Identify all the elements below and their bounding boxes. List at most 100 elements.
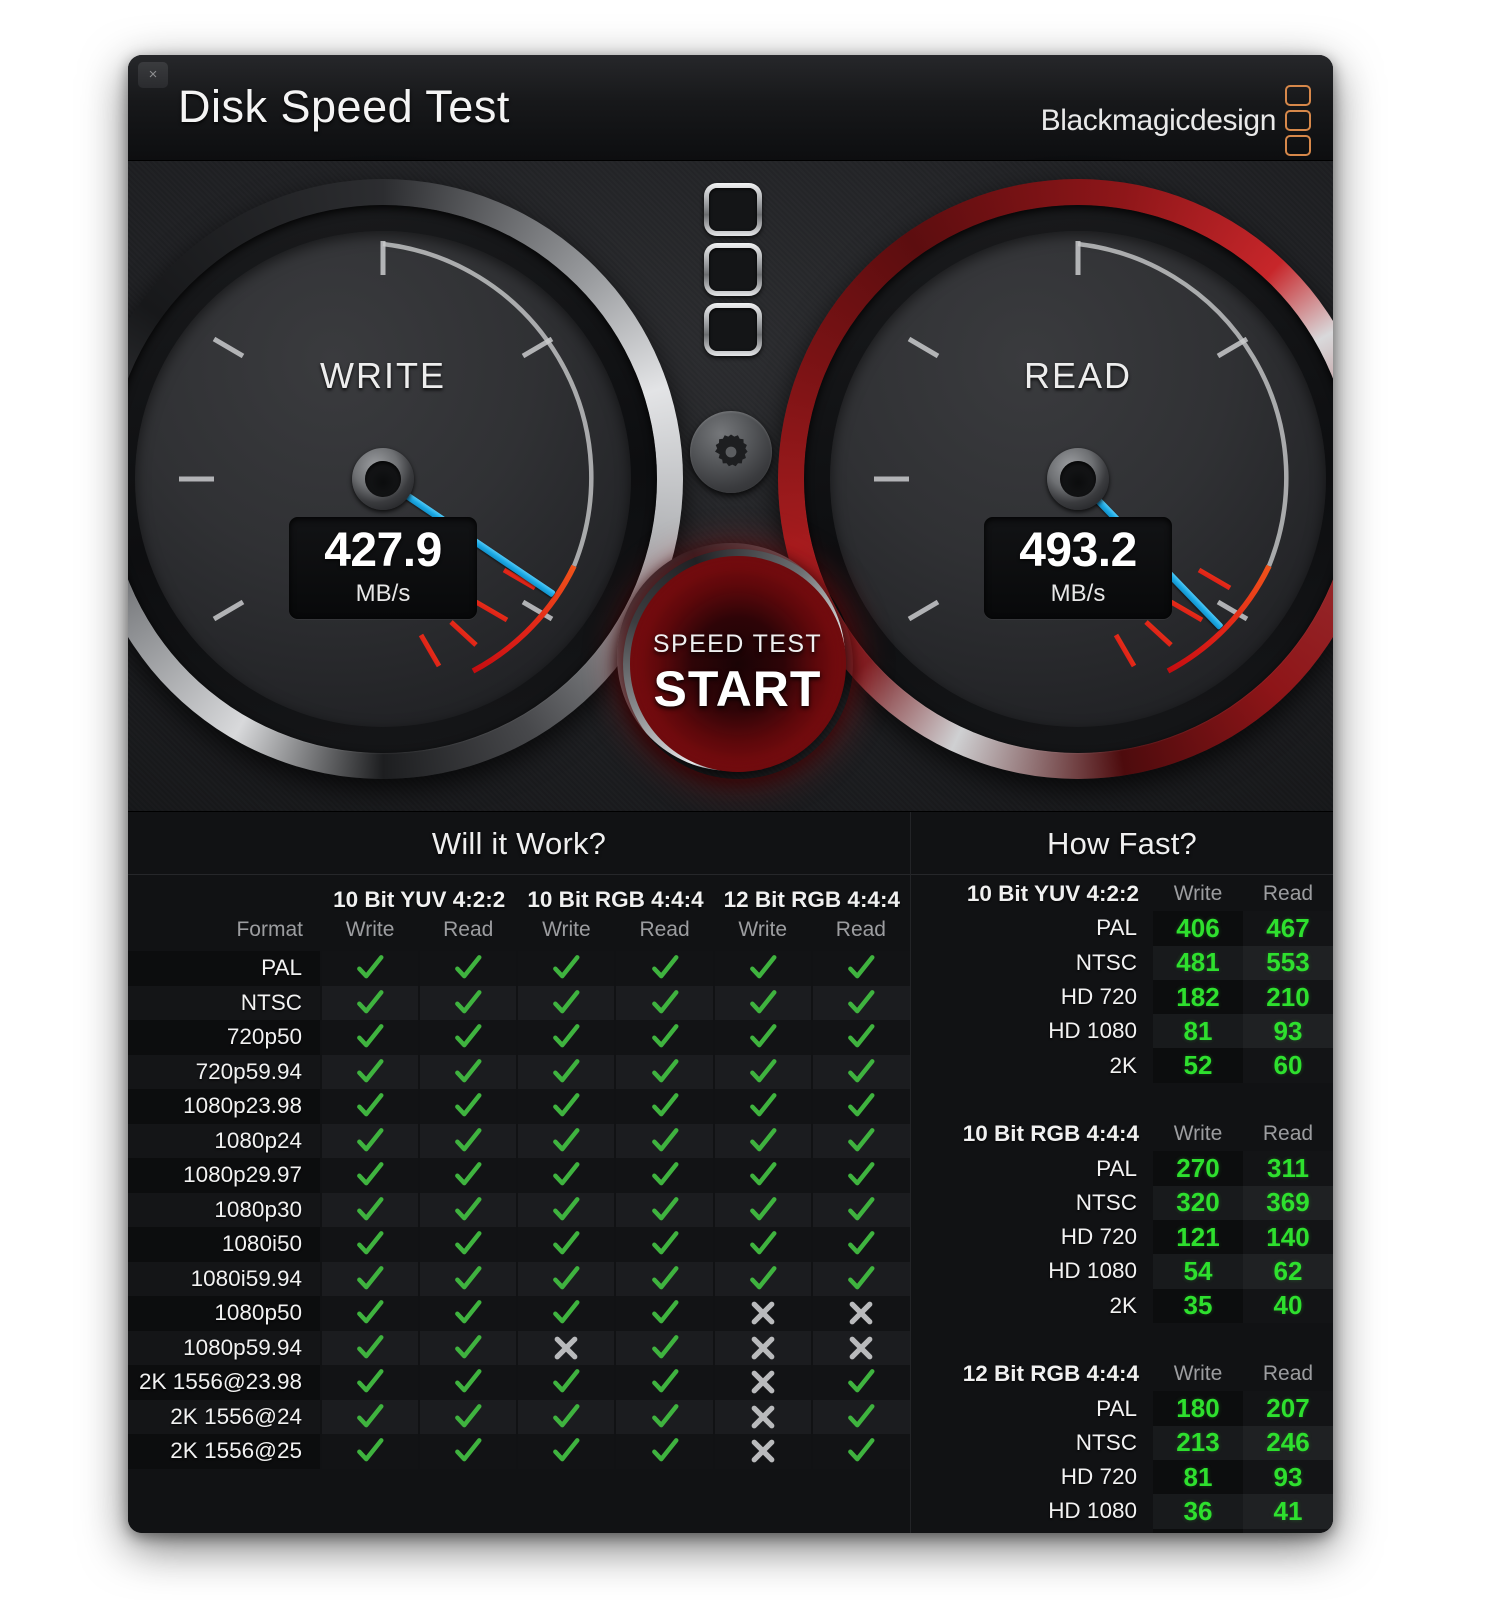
support-cell-5 [810,985,910,1020]
support-cell-0 [319,1296,420,1331]
table-row: 1080p30 [128,1192,910,1227]
support-cell-3 [614,1434,714,1469]
support-cell-3 [614,1296,714,1331]
codec-group-header-row: 10 Bit YUV 4:2:2 10 Bit RGB 4:4:4 12 Bit… [128,875,910,915]
center-controls: SPEED TEST START [616,161,846,811]
results-panel: Will it Work? 10 Bit YUV 4:2:2 10 Bit RG… [128,811,1333,1533]
support-cell-0 [319,985,420,1020]
support-cell-2 [516,1158,616,1193]
table-row: HD 720 121 140 [911,1219,1333,1255]
support-cell-3 [614,1158,714,1193]
support-cell-1 [418,1261,518,1296]
support-cell-4 [712,1365,812,1400]
check-icon [455,989,482,1014]
divider [911,874,1333,875]
check-icon [553,1231,580,1255]
check-icon [651,1300,679,1324]
check-icon [455,1231,482,1255]
check-icon [357,1265,384,1290]
write-speed-value: 81 [1153,1460,1243,1495]
read-speed-value: 467 [1243,911,1333,946]
table-row: HD 1080 81 93 [911,1014,1333,1049]
support-cell-5 [810,1020,910,1055]
write-speed-value: 180 [1153,1391,1243,1426]
read-speed-value: 27 [1243,1528,1333,1533]
section-name: 10 Bit YUV 4:2:2 [966,881,1139,907]
write-speed-value: 54 [1153,1254,1243,1289]
check-icon [651,1265,679,1290]
write-speed-value: 320 [1153,1185,1243,1220]
support-cell-4 [712,1399,812,1434]
check-icon [651,1162,679,1186]
check-icon [749,1265,777,1290]
check-icon [357,1093,384,1117]
read-speed-value: 40 [1243,1288,1333,1323]
support-cell-3 [614,1054,714,1089]
format-label: 1080p59.94 [128,1330,321,1365]
read-column-header: Read [1262,1362,1314,1386]
check-icon [651,989,679,1014]
table-row: 720p50 [128,1020,910,1055]
check-icon [553,1403,580,1428]
support-cell-1 [418,1158,518,1193]
read-speed-value: 311 [1243,1151,1333,1186]
format-label: 2K [911,1529,1153,1534]
check-icon [357,1403,384,1428]
support-cell-3 [614,1192,714,1227]
write-speed-value: 406 [1153,911,1243,946]
check-icon [749,1058,777,1083]
start-button[interactable]: SPEED TEST START [623,549,853,779]
check-icon [357,1369,384,1393]
support-cell-2 [516,1399,616,1434]
table-row: 1080p23.98 [128,1089,910,1124]
cross-icon [751,1439,775,1463]
support-cell-1 [418,1020,518,1055]
support-cell-5 [810,1227,910,1262]
write-column-header: Write [1173,882,1223,906]
support-cell-3 [614,985,714,1020]
support-cell-3 [614,1399,714,1434]
write-column-header: Write [1173,1122,1223,1146]
support-cell-3 [614,1089,714,1124]
support-cell-4 [712,1261,812,1296]
start-button-label: START [653,661,822,717]
support-cell-2 [516,1054,616,1089]
support-cell-1 [418,1434,518,1469]
cross-icon [850,1336,873,1360]
check-icon [357,1300,384,1324]
check-icon [749,989,777,1014]
format-label: PAL [1096,1155,1137,1181]
close-button[interactable]: × [138,62,168,88]
group-header-2: 12 Bit RGB 4:4:4 [723,887,900,912]
table-row: 1080i50 [128,1227,910,1262]
support-cell-5 [810,1089,910,1124]
format-label: PAL [1096,1395,1137,1421]
format-label: 2K [1109,1292,1137,1318]
support-cell-2 [516,1261,616,1296]
write-gauge-label: WRITE [320,355,446,396]
check-icon [848,955,875,979]
section-header-row: 10 Bit YUV 4:2:2 Write Read [911,877,1333,911]
format-label: NTSC [128,985,321,1020]
table-row: NTSC 481 553 [911,945,1333,980]
check-icon [455,1300,482,1324]
support-cell-2 [516,1365,616,1400]
write-speed-value: 35 [1153,1288,1243,1323]
support-cell-5 [810,1123,910,1158]
support-cell-0 [319,1330,420,1365]
support-cell-4 [712,1089,812,1124]
check-icon [651,1403,679,1428]
check-icon [357,1438,384,1462]
write-speed-value: 270 [1153,1151,1243,1186]
support-cell-5 [810,1365,910,1400]
support-cell-2 [516,1227,616,1262]
check-icon [749,955,777,979]
group-header-1: 10 Bit RGB 4:4:4 [527,887,704,912]
check-icon [749,1093,777,1117]
settings-button[interactable] [689,411,772,493]
table-row: HD 720 182 210 [911,979,1333,1015]
will-it-work-title: Will it Work? [431,826,607,861]
read-gauge: READ 493.2 MB/s [778,179,1333,779]
support-cell-2 [516,1089,616,1124]
format-column-header: Format [236,918,303,941]
